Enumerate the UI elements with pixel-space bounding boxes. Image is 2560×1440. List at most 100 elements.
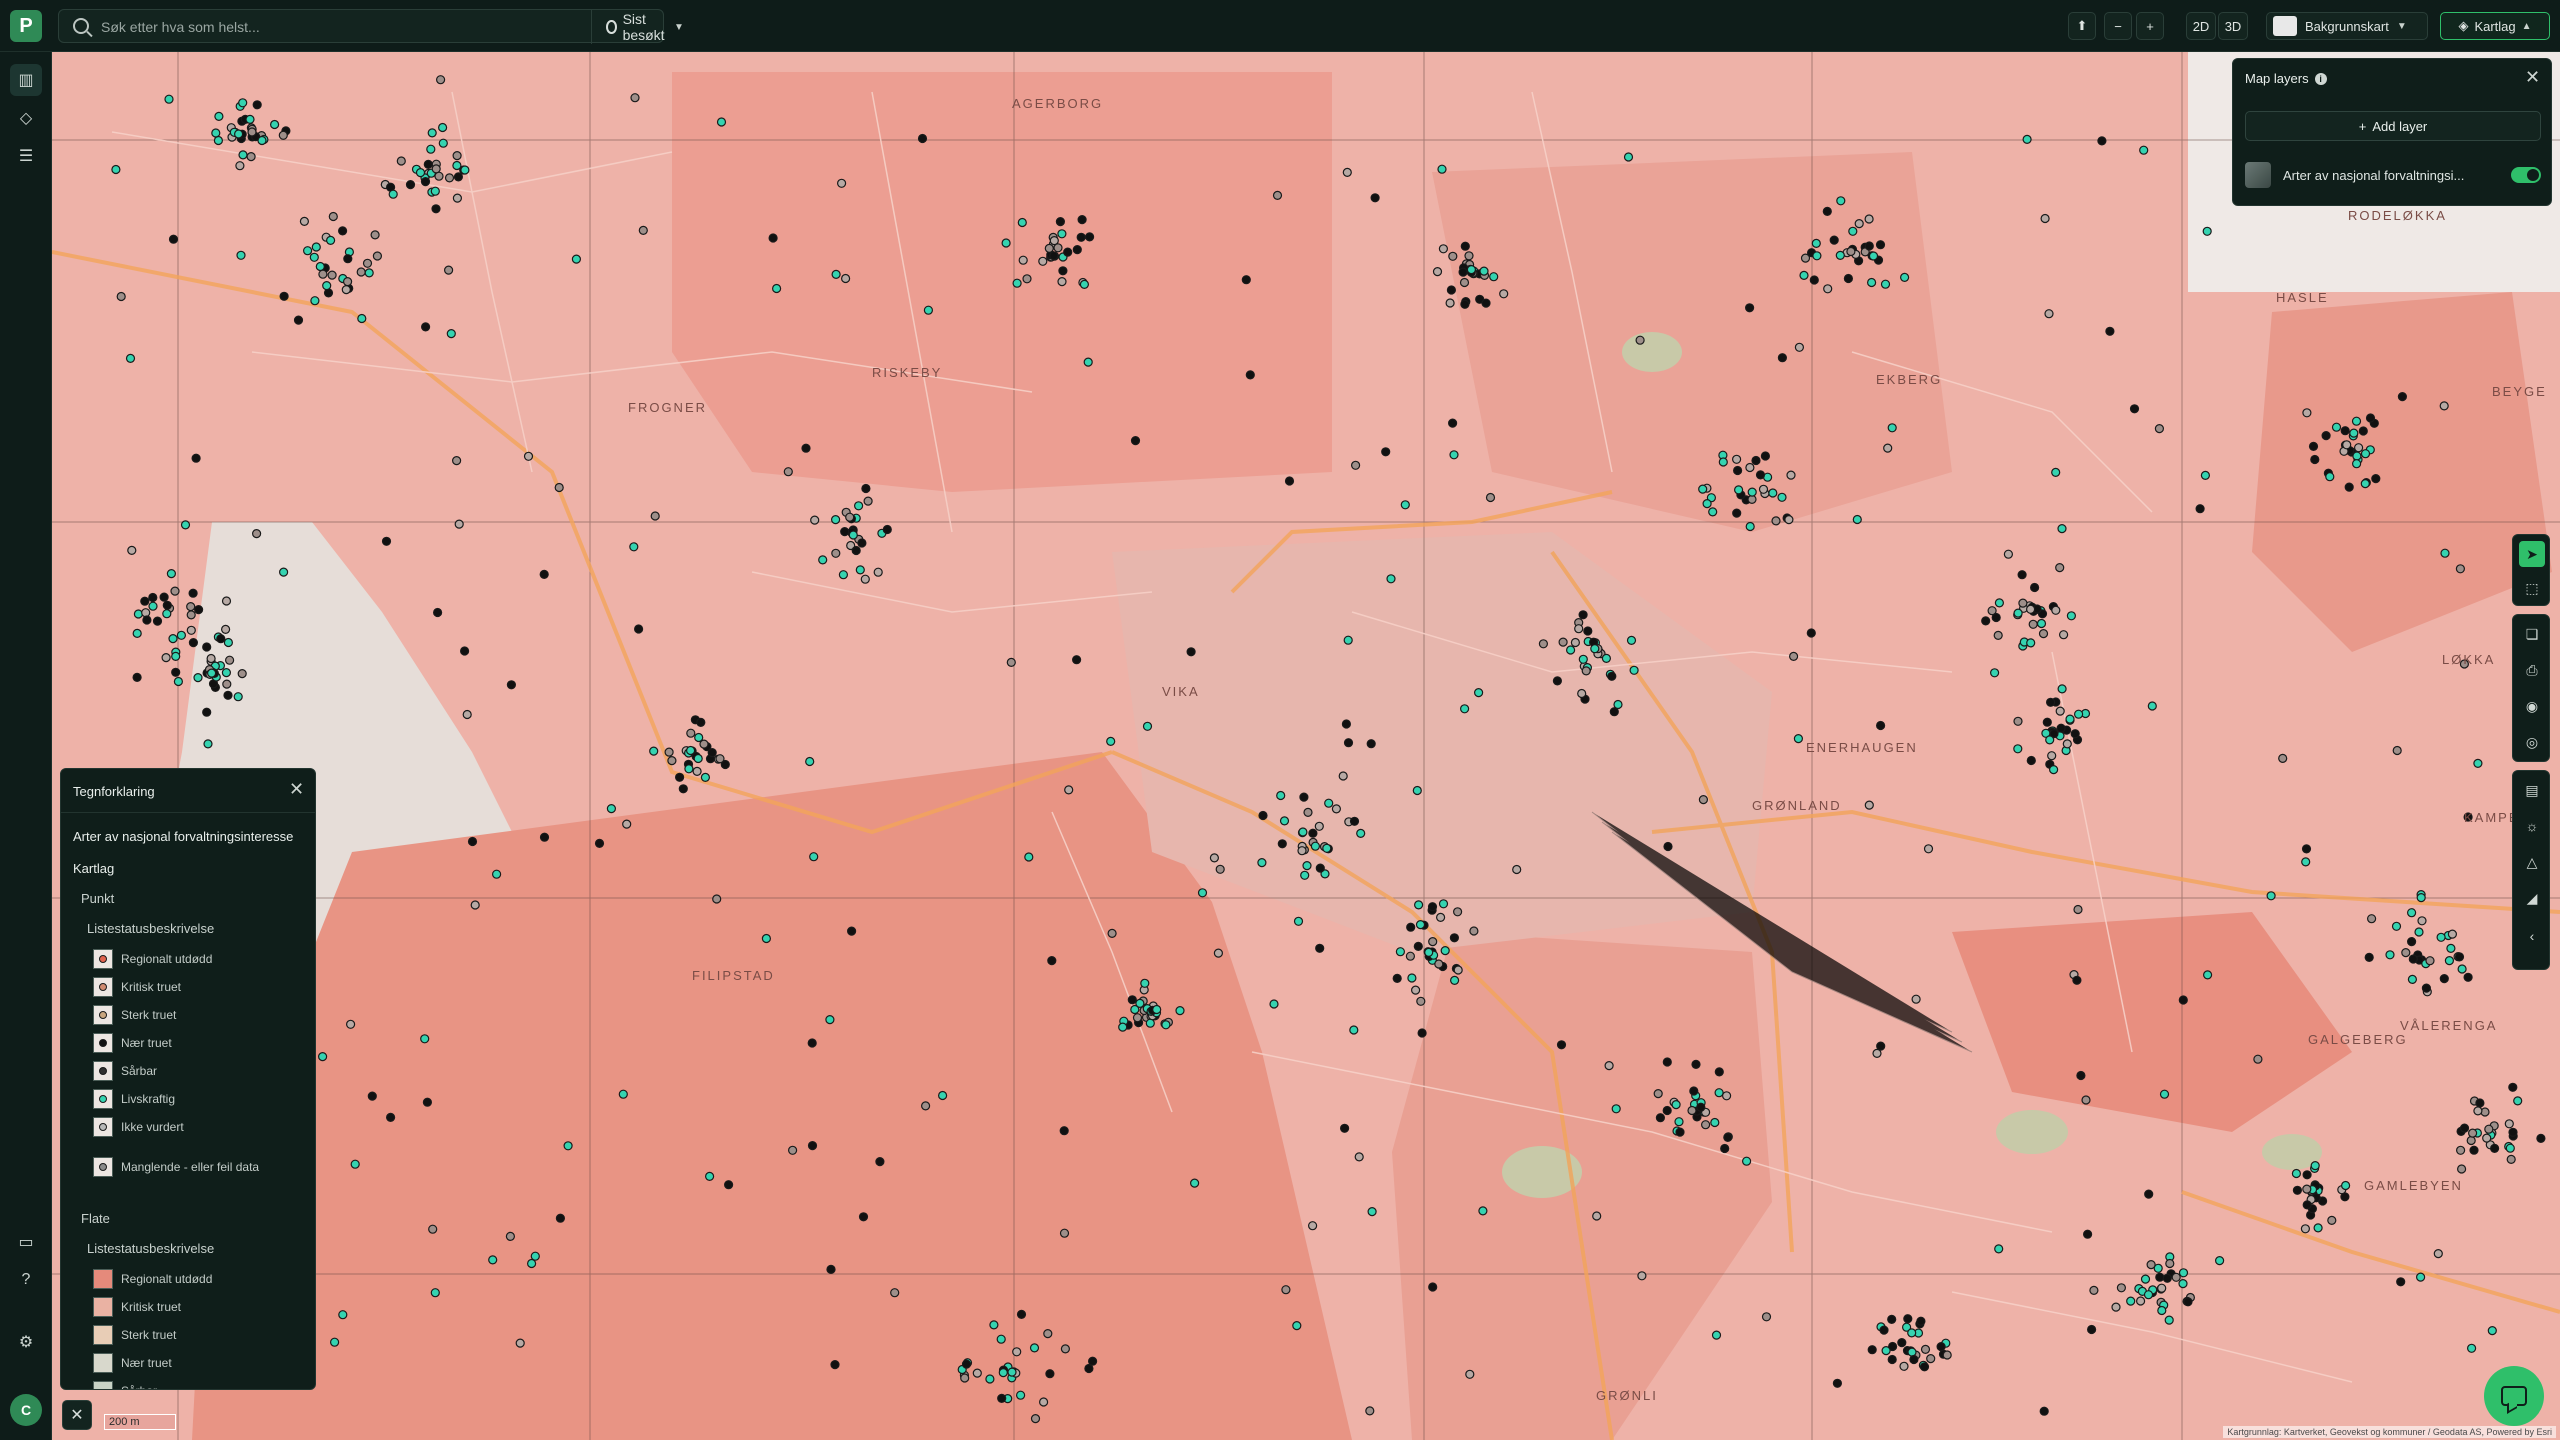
species-point[interactable]	[1768, 488, 1778, 498]
chat-button[interactable]	[2484, 1366, 2544, 1426]
species-point[interactable]	[2308, 441, 2319, 451]
species-point[interactable]	[357, 313, 367, 324]
species-point[interactable]	[650, 511, 660, 521]
add-layer-button[interactable]: + Add layer	[2245, 111, 2541, 141]
species-point[interactable]	[554, 482, 564, 493]
species-point[interactable]	[1434, 959, 1444, 969]
species-point[interactable]	[127, 545, 137, 555]
species-point[interactable]	[1887, 1354, 1897, 1365]
species-point[interactable]	[1691, 1059, 1701, 1070]
species-point[interactable]	[222, 679, 232, 689]
species-point[interactable]	[1926, 1353, 1936, 1364]
species-point[interactable]	[1875, 240, 1886, 250]
species-point[interactable]	[2013, 716, 2023, 726]
species-point[interactable]	[1076, 232, 1086, 242]
species-point[interactable]	[699, 739, 709, 749]
species-point[interactable]	[309, 252, 319, 262]
species-point[interactable]	[2340, 426, 2350, 436]
species-point[interactable]	[1989, 668, 2000, 678]
species-point[interactable]	[1662, 1105, 1672, 1116]
species-point[interactable]	[1215, 864, 1225, 874]
species-point[interactable]	[2013, 744, 2023, 754]
species-point[interactable]	[1007, 1367, 1017, 1377]
species-point[interactable]	[213, 135, 223, 146]
species-point[interactable]	[1284, 476, 1295, 486]
species-point[interactable]	[998, 1367, 1008, 1378]
species-point[interactable]	[1923, 844, 1934, 854]
species-point[interactable]	[2364, 952, 2374, 963]
species-point[interactable]	[882, 524, 892, 535]
species-point[interactable]	[2371, 474, 2381, 484]
species-point[interactable]	[857, 538, 867, 548]
species-point[interactable]	[1449, 975, 1460, 986]
species-point[interactable]	[1720, 1143, 1730, 1154]
species-point[interactable]	[846, 926, 857, 936]
species-point[interactable]	[221, 624, 231, 635]
species-point[interactable]	[1710, 1117, 1720, 1128]
species-point[interactable]	[318, 1051, 328, 1062]
species-point[interactable]	[1017, 217, 1027, 228]
species-point[interactable]	[1721, 1091, 1732, 1101]
species-point[interactable]	[388, 189, 398, 199]
species-point[interactable]	[1269, 999, 1279, 1009]
species-point[interactable]	[2178, 995, 2188, 1005]
map-view-button[interactable]: ▥	[10, 64, 42, 96]
search-input[interactable]	[101, 16, 581, 38]
species-point[interactable]	[2351, 416, 2362, 426]
species-point[interactable]	[2136, 1296, 2146, 1306]
species-point[interactable]	[132, 628, 142, 639]
species-point[interactable]	[1447, 418, 1458, 428]
species-point[interactable]	[173, 676, 184, 687]
species-point[interactable]	[2301, 844, 2312, 854]
species-point[interactable]	[807, 1038, 817, 1048]
species-point[interactable]	[539, 569, 549, 580]
species-point[interactable]	[831, 548, 841, 558]
species-point[interactable]	[452, 160, 462, 171]
species-point[interactable]	[1308, 828, 1318, 838]
species-point[interactable]	[1777, 353, 1788, 363]
species-point[interactable]	[1811, 238, 1821, 248]
species-point[interactable]	[168, 633, 178, 644]
species-point[interactable]	[2055, 562, 2065, 573]
species-point[interactable]	[188, 588, 198, 598]
species-point[interactable]	[1464, 251, 1474, 261]
species-point[interactable]	[1349, 1025, 1359, 1035]
species-point[interactable]	[1406, 922, 1416, 932]
species-point[interactable]	[2144, 1189, 2154, 1199]
species-point[interactable]	[855, 565, 865, 575]
species-point[interactable]	[1132, 1013, 1143, 1023]
species-point[interactable]	[223, 690, 233, 700]
species-point[interactable]	[2407, 974, 2417, 985]
species-point[interactable]	[2073, 709, 2084, 719]
species-point[interactable]	[303, 246, 313, 256]
species-point[interactable]	[1416, 996, 1426, 1006]
species-point[interactable]	[1438, 244, 1449, 254]
species-point[interactable]	[2143, 1290, 2154, 1300]
species-point[interactable]	[2344, 482, 2354, 492]
species-point[interactable]	[826, 1264, 836, 1275]
species-point[interactable]	[2070, 729, 2080, 739]
species-point[interactable]	[2313, 1223, 2323, 1233]
species-point[interactable]	[1903, 1314, 1913, 1324]
species-point[interactable]	[1741, 1156, 1752, 1166]
species-point[interactable]	[1343, 738, 1354, 748]
species-point[interactable]	[2440, 548, 2450, 558]
species-point[interactable]	[1083, 357, 1093, 367]
species-point[interactable]	[1897, 1337, 1907, 1348]
species-point[interactable]	[2302, 408, 2312, 418]
species-point[interactable]	[1322, 843, 1332, 853]
species-point[interactable]	[1489, 272, 1499, 282]
species-point[interactable]	[1843, 273, 1854, 284]
species-point[interactable]	[810, 515, 820, 525]
species-point[interactable]	[1045, 1369, 1055, 1379]
species-point[interactable]	[1145, 1018, 1155, 1028]
species-point[interactable]	[1415, 919, 1426, 930]
species-point[interactable]	[2072, 975, 2082, 985]
draw-button[interactable]: △	[2519, 849, 2545, 875]
species-point[interactable]	[633, 624, 644, 634]
species-point[interactable]	[1213, 948, 1224, 958]
species-point[interactable]	[2367, 914, 2377, 924]
species-point[interactable]	[1006, 657, 1016, 668]
species-point[interactable]	[2057, 684, 2067, 694]
species-point[interactable]	[2433, 1248, 2443, 1259]
